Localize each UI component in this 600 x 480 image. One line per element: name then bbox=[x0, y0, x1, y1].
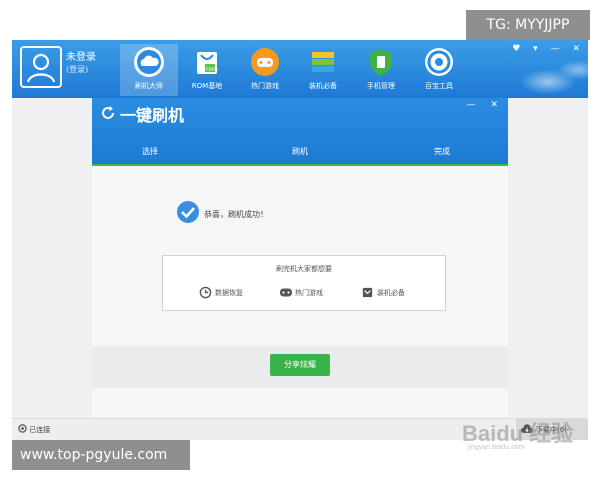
recommend-label: 数据恢复 bbox=[215, 289, 243, 297]
dialog-title: 一键刷机 bbox=[120, 106, 185, 125]
top-bar: 未登录 (登录) 刷机大师 rom ROM基地 热门游戏 装机必备 手机管理 百… bbox=[12, 40, 588, 98]
success-message: 恭喜，刷机成功！ bbox=[204, 210, 268, 219]
connection-status: 已连接 bbox=[18, 424, 50, 435]
nav-label: 刷机大师 bbox=[135, 82, 163, 90]
nav-phone-manager[interactable]: 手机管理 bbox=[352, 44, 410, 96]
step-flash: 刷机 bbox=[292, 147, 308, 156]
nav-label: 百宝工具 bbox=[425, 82, 453, 90]
user-icon bbox=[26, 53, 56, 83]
recommend-title: 刷完机大家都想要 bbox=[276, 265, 332, 273]
nav-hot-games[interactable]: 热门游戏 bbox=[236, 44, 294, 96]
check-circle-icon bbox=[177, 201, 199, 223]
close-icon[interactable]: ✕ bbox=[572, 44, 580, 54]
dialog-controls: — ✕ bbox=[455, 100, 498, 110]
success-indicator bbox=[176, 200, 200, 228]
nav-label: 热门游戏 bbox=[251, 82, 279, 90]
refresh-icon bbox=[102, 106, 114, 119]
login-link[interactable]: (登录) bbox=[66, 64, 88, 75]
step-select: 选择 bbox=[142, 147, 158, 156]
dialog-header: 一键刷机 — ✕ 选择 刷机 完成 bbox=[92, 98, 508, 166]
nav-rom-base[interactable]: rom ROM基地 bbox=[178, 44, 236, 96]
window-controls: ♥ ▾ — ✕ bbox=[502, 44, 580, 54]
progress-line bbox=[92, 164, 508, 166]
shield-icon bbox=[370, 49, 392, 76]
link-icon bbox=[18, 424, 27, 433]
refresh-tool-icon bbox=[425, 48, 453, 76]
dialog-minimize-icon[interactable]: — bbox=[467, 100, 476, 110]
avatar[interactable] bbox=[20, 46, 62, 88]
watermark-top: TG: MYYJJPP bbox=[466, 10, 590, 40]
share-button[interactable]: 分享炫耀 bbox=[270, 354, 330, 376]
app-window: 未登录 (登录) 刷机大师 rom ROM基地 热门游戏 装机必备 手机管理 百… bbox=[12, 40, 588, 451]
nav-label: ROM基地 bbox=[191, 82, 223, 90]
cloud-icon bbox=[134, 47, 164, 77]
baidu-watermark-url: jingyan.baidu.com bbox=[468, 444, 525, 451]
user-name[interactable]: 未登录 bbox=[66, 48, 96, 63]
recommend-label: 热门游戏 bbox=[295, 289, 323, 297]
dialog-close-icon[interactable]: ✕ bbox=[490, 100, 498, 110]
package-icon bbox=[362, 287, 373, 298]
gamepad-icon bbox=[280, 288, 292, 297]
menu-icon[interactable]: ▾ bbox=[533, 44, 538, 54]
app-stack-icon bbox=[312, 52, 334, 72]
flash-dialog: 一键刷机 — ✕ 选择 刷机 完成 恭喜，刷机成功！ 刷完机大家都想要 数据恢复… bbox=[92, 98, 508, 428]
recommend-box: 刷完机大家都想要 数据恢复 热门游戏 装机必备 bbox=[162, 255, 446, 311]
nav-toolbox[interactable]: 百宝工具 bbox=[410, 44, 468, 96]
nav-label: 手机管理 bbox=[367, 82, 395, 90]
minimize-icon[interactable]: — bbox=[551, 44, 560, 54]
favorite-icon[interactable]: ♥ bbox=[512, 44, 520, 54]
gamepad-icon bbox=[251, 48, 279, 76]
svg-text:rom: rom bbox=[206, 66, 218, 73]
watermark-bottom: www.top-pgyule.com bbox=[12, 440, 190, 470]
rom-bag-icon: rom bbox=[197, 52, 218, 74]
recommend-label: 装机必备 bbox=[377, 289, 405, 297]
nav-label: 装机必备 bbox=[309, 82, 337, 90]
connection-label: 已连接 bbox=[29, 426, 51, 434]
nav-essentials[interactable]: 装机必备 bbox=[294, 44, 352, 96]
nav-flash-master[interactable]: 刷机大师 bbox=[120, 44, 178, 96]
step-complete: 完成 bbox=[434, 147, 450, 156]
data-restore-icon bbox=[199, 286, 212, 299]
